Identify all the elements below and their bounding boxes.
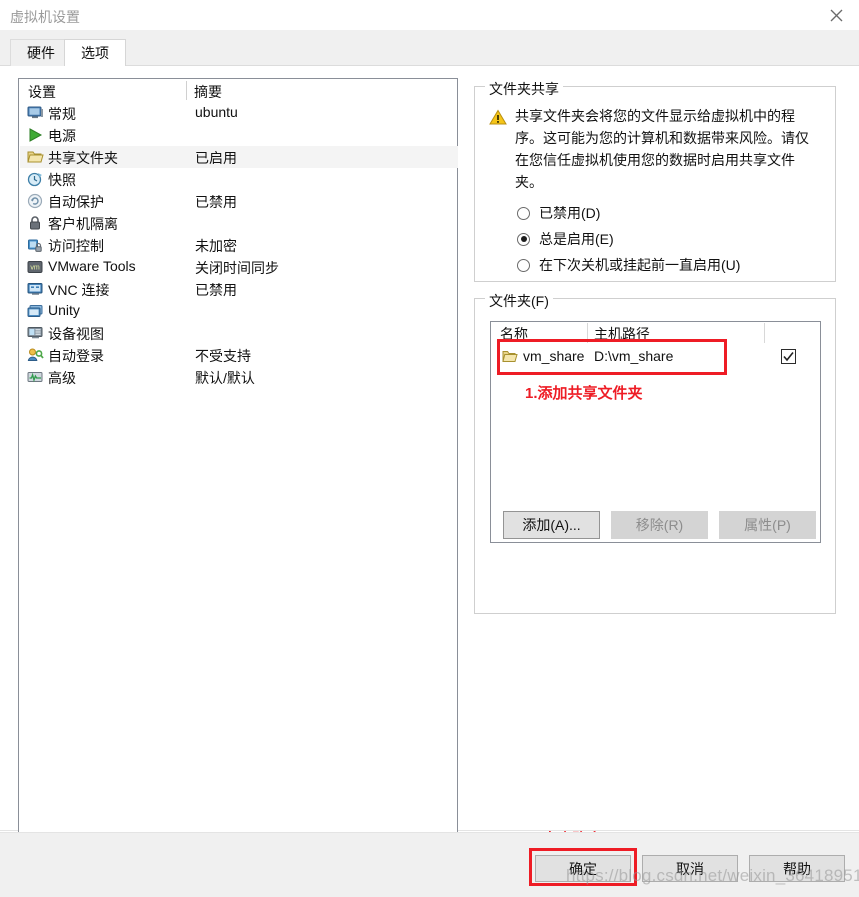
folder-name: vm_share bbox=[523, 348, 584, 364]
settings-row-auto-login[interactable]: 自动登录 不受支持 bbox=[20, 344, 458, 366]
column-header-host-path: 主机路径 bbox=[594, 324, 650, 344]
settings-row-shared-folders[interactable]: 共享文件夹 已启用 bbox=[20, 146, 458, 168]
settings-row-label: 快照 bbox=[48, 170, 76, 190]
settings-row-power[interactable]: 电源 bbox=[20, 124, 458, 146]
settings-row-guest-isolation[interactable]: 客户机隔离 bbox=[20, 212, 458, 234]
settings-row-label: 常规 bbox=[48, 104, 76, 124]
settings-row-summary: 已禁用 bbox=[195, 280, 237, 300]
folders-title: 文件夹(F) bbox=[485, 291, 553, 311]
watermark-text: https://blog.csdn.net/weixin_36418951 bbox=[566, 866, 859, 886]
settings-list[interactable]: 设置 摘要 常规 ubuntu 电源 bbox=[18, 78, 458, 840]
radio-until-shutdown[interactable]: 在下次关机或挂起前一直启用(U) bbox=[517, 254, 740, 276]
radio-label: 已禁用(D) bbox=[539, 203, 600, 223]
autoprotect-icon bbox=[27, 193, 44, 209]
column-header-summary: 摘要 bbox=[194, 82, 222, 102]
dialog-body: 设置 摘要 常规 ubuntu 电源 bbox=[0, 66, 859, 831]
folders-table-header: 名称 主机路径 bbox=[491, 322, 820, 344]
settings-row-label: 设备视图 bbox=[48, 324, 104, 344]
folders-table[interactable]: 名称 主机路径 vm_share D:\vm_share bbox=[490, 321, 821, 543]
column-divider bbox=[764, 323, 765, 343]
radio-dot bbox=[517, 259, 530, 272]
column-header-settings: 设置 bbox=[28, 82, 56, 102]
column-divider bbox=[587, 323, 588, 343]
access-control-icon bbox=[27, 237, 44, 253]
settings-row-label: 访问控制 bbox=[48, 236, 104, 256]
annotation-step-1: 1.添加共享文件夹 bbox=[525, 382, 643, 403]
dialog-footer: 确定 取消 帮助 bbox=[0, 832, 859, 897]
folder-enabled-checkbox[interactable] bbox=[781, 349, 796, 364]
settings-row-label: 高级 bbox=[48, 368, 76, 388]
folder-host-path: D:\vm_share bbox=[594, 348, 673, 364]
remove-folder-button[interactable]: 移除(R) bbox=[611, 511, 708, 539]
settings-row-vmware-tools[interactable]: vm VMware Tools 关闭时间同步 bbox=[20, 256, 458, 278]
monitor-icon bbox=[27, 105, 44, 121]
settings-row-vnc[interactable]: VNC 连接 已禁用 bbox=[20, 278, 458, 300]
settings-row-autoprotect[interactable]: 自动保护 已禁用 bbox=[20, 190, 458, 212]
vm-settings-dialog: 虚拟机设置 硬件 选项 设置 摘要 常规 ub bbox=[0, 0, 859, 897]
settings-row-label: VMware Tools bbox=[48, 258, 136, 274]
settings-row-label: 电源 bbox=[48, 126, 76, 146]
settings-row-summary: 关闭时间同步 bbox=[195, 258, 279, 278]
advanced-icon bbox=[27, 369, 44, 385]
column-header-name: 名称 bbox=[500, 324, 528, 344]
settings-row-label: 自动登录 bbox=[48, 346, 104, 366]
vnc-icon bbox=[27, 281, 44, 297]
warning-icon bbox=[489, 109, 507, 126]
column-divider bbox=[186, 81, 187, 100]
settings-row-general[interactable]: 常规 ubuntu bbox=[20, 102, 458, 124]
radio-always-enabled[interactable]: 总是启用(E) bbox=[517, 228, 614, 250]
settings-row-summary: 已禁用 bbox=[195, 192, 237, 212]
settings-row-label: 共享文件夹 bbox=[48, 148, 118, 168]
add-folder-button[interactable]: 添加(A)... bbox=[503, 511, 600, 539]
folder-properties-button[interactable]: 属性(P) bbox=[719, 511, 816, 539]
settings-row-summary: ubuntu bbox=[195, 104, 238, 120]
folder-icon bbox=[27, 149, 44, 165]
window-title: 虚拟机设置 bbox=[10, 7, 80, 27]
settings-row-snapshot[interactable]: 快照 bbox=[20, 168, 458, 190]
tab-options[interactable]: 选项 bbox=[64, 39, 126, 66]
vmware-tools-icon: vm bbox=[27, 259, 44, 275]
settings-row-summary: 未加密 bbox=[195, 236, 237, 256]
folders-group: 文件夹(F) 名称 主机路径 vm_share D:\vm_share bbox=[474, 298, 836, 614]
tab-hardware[interactable]: 硬件 bbox=[10, 39, 72, 66]
settings-row-label: 自动保护 bbox=[48, 192, 104, 212]
close-icon[interactable] bbox=[813, 0, 859, 30]
settings-row-label: 客户机隔离 bbox=[48, 214, 118, 234]
power-play-icon bbox=[27, 127, 44, 143]
radio-disabled[interactable]: 已禁用(D) bbox=[517, 202, 600, 224]
title-bar: 虚拟机设置 bbox=[0, 0, 859, 30]
snapshot-icon bbox=[27, 171, 44, 187]
lock-icon bbox=[27, 215, 44, 231]
settings-list-header: 设置 摘要 bbox=[19, 79, 457, 102]
radio-label: 总是启用(E) bbox=[539, 229, 614, 249]
auto-login-icon bbox=[27, 347, 44, 363]
radio-dot bbox=[517, 233, 530, 246]
folder-sharing-title: 文件夹共享 bbox=[485, 79, 563, 99]
settings-row-label: VNC 连接 bbox=[48, 280, 109, 300]
radio-dot bbox=[517, 207, 530, 220]
settings-row-summary: 不受支持 bbox=[195, 346, 251, 366]
device-view-icon bbox=[27, 325, 44, 341]
sharing-warning-text: 共享文件夹会将您的文件显示给虚拟机中的程序。这可能为您的计算机和数据带来风险。请… bbox=[515, 105, 815, 193]
settings-row-summary: 已启用 bbox=[195, 148, 237, 168]
settings-row-advanced[interactable]: 高级 默认/默认 bbox=[20, 366, 458, 388]
settings-row-summary: 默认/默认 bbox=[195, 368, 255, 388]
svg-text:vm: vm bbox=[30, 265, 40, 272]
settings-row-access-control[interactable]: 访问控制 未加密 bbox=[20, 234, 458, 256]
settings-row-device-view[interactable]: 设备视图 bbox=[20, 322, 458, 344]
folder-icon bbox=[502, 349, 518, 364]
folder-sharing-group: 文件夹共享 共享文件夹会将您的文件显示给虚拟机中的程序。这可能为您的计算机和数据… bbox=[474, 86, 836, 282]
tab-strip: 硬件 选项 bbox=[0, 30, 859, 66]
folder-row-vm-share[interactable]: vm_share D:\vm_share bbox=[491, 344, 820, 370]
settings-row-label: Unity bbox=[48, 302, 80, 318]
radio-label: 在下次关机或挂起前一直启用(U) bbox=[539, 255, 740, 275]
unity-icon bbox=[27, 303, 44, 319]
settings-row-unity[interactable]: Unity bbox=[20, 300, 458, 322]
